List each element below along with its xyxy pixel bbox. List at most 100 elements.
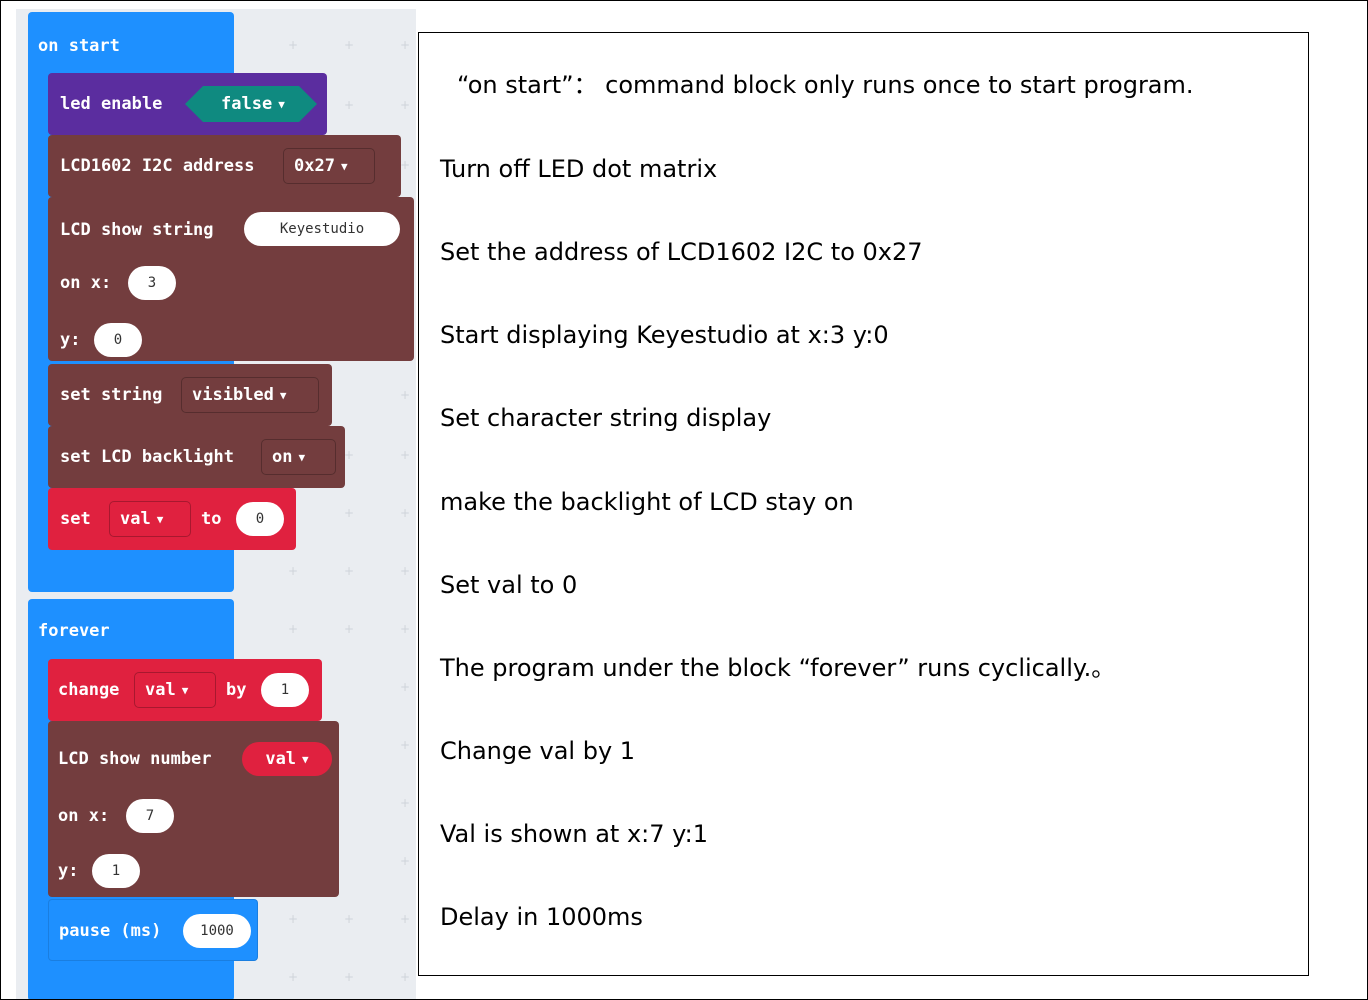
triangle-down-icon: ▼: [278, 98, 285, 111]
grid-plus-icon: +: [288, 970, 299, 984]
change-variable-dropdown[interactable]: val ▼: [134, 672, 216, 708]
pause-block[interactable]: pause (ms) 1000: [48, 899, 258, 961]
description-line: Set val to 0: [440, 571, 578, 599]
string-input[interactable]: Keyestudio: [244, 212, 400, 246]
grid-plus-icon: +: [400, 564, 411, 578]
grid-plus-icon: +: [288, 38, 299, 52]
set-variable-block[interactable]: set val ▼ to 0: [48, 488, 296, 550]
grid-plus-icon: +: [400, 388, 411, 402]
number-variable-dropdown[interactable]: val ▼: [242, 742, 332, 776]
forever-label: forever: [38, 621, 110, 641]
set-label: set: [60, 509, 91, 529]
triangle-down-icon: ▼: [279, 389, 287, 402]
set-string-block[interactable]: set string visibled ▼: [48, 364, 332, 426]
description-line: Delay in 1000ms: [440, 903, 643, 931]
grid-plus-icon: +: [288, 622, 299, 636]
on-start-label: on start: [38, 36, 120, 56]
grid-plus-icon: +: [344, 506, 355, 520]
backlight-value: on: [272, 447, 293, 467]
grid-plus-icon: +: [400, 738, 411, 752]
grid-plus-icon: +: [400, 970, 411, 984]
grid-plus-icon: +: [400, 796, 411, 810]
address-value: 0x27: [294, 156, 335, 176]
to-value: 0: [255, 511, 265, 527]
description-line: Change val by 1: [440, 737, 636, 765]
grid-plus-icon: +: [344, 38, 355, 52]
on-x-label: on x:: [58, 806, 110, 826]
y-label: y:: [58, 861, 79, 881]
change-label: change: [58, 680, 120, 700]
description-line: Start displaying Keyestudio at x:3 y:0: [440, 321, 889, 349]
pause-value: 1000: [200, 923, 234, 939]
x-input[interactable]: 3: [128, 266, 176, 300]
y-input[interactable]: 0: [94, 323, 142, 357]
block-workspace[interactable]: + + + + + + + + + + + + + + + + + + + + …: [16, 9, 416, 999]
triangle-down-icon: ▼: [298, 451, 306, 464]
variable-dropdown[interactable]: val ▼: [109, 501, 191, 537]
led-value-dropdown[interactable]: false ▼: [185, 86, 317, 122]
triangle-down-icon: ▼: [302, 753, 309, 766]
grid-plus-icon: +: [344, 970, 355, 984]
to-label: to: [201, 509, 222, 529]
to-input[interactable]: 0: [236, 502, 284, 536]
grid-plus-icon: +: [400, 448, 411, 462]
by-value: 1: [280, 682, 290, 698]
grid-plus-icon: +: [288, 564, 299, 578]
backlight-dropdown[interactable]: on ▼: [261, 439, 336, 475]
description-line: “on start”： command block only runs once…: [457, 71, 1194, 99]
grid-plus-icon: +: [344, 98, 355, 112]
y-value: 1: [111, 863, 121, 879]
on-x-label: on x:: [60, 273, 112, 293]
address-dropdown[interactable]: 0x27 ▼: [283, 148, 375, 184]
grid-plus-icon: +: [344, 448, 355, 462]
y-value: 0: [113, 332, 123, 348]
change-variable-value: val: [145, 680, 176, 700]
description-panel: “on start”： command block only runs once…: [418, 32, 1309, 976]
grid-plus-icon: +: [400, 158, 411, 172]
grid-plus-icon: +: [400, 854, 411, 868]
show-number-label: LCD show number: [58, 749, 212, 769]
string-value: Keyestudio: [279, 221, 365, 237]
change-variable-block[interactable]: change val ▼ by 1: [48, 659, 322, 721]
y-label: y:: [60, 330, 81, 350]
grid-plus-icon: +: [344, 622, 355, 636]
pause-input[interactable]: 1000: [183, 914, 251, 948]
grid-plus-icon: +: [288, 912, 299, 926]
led-enable-block[interactable]: led enable false ▼: [48, 73, 327, 135]
grid-plus-icon: +: [400, 680, 411, 694]
show-string-label: LCD show string: [60, 220, 214, 240]
number-variable-value: val: [265, 749, 297, 769]
x-value: 7: [145, 808, 155, 824]
lcd-show-number-block[interactable]: LCD show number val ▼ on x: 7 y: 1: [48, 721, 339, 897]
description-line: Val is shown at x:7 y:1: [440, 820, 708, 848]
page-frame: + + + + + + + + + + + + + + + + + + + + …: [0, 0, 1368, 1000]
triangle-down-icon: ▼: [340, 160, 348, 173]
by-label: by: [226, 680, 247, 700]
grid-plus-icon: +: [344, 912, 355, 926]
set-backlight-block[interactable]: set LCD backlight on ▼: [48, 426, 345, 488]
y-input[interactable]: 1: [92, 854, 140, 888]
x-value: 3: [147, 275, 157, 291]
description-line: make the backlight of LCD stay on: [440, 488, 854, 516]
description-line: The program under the block “forever” ru…: [440, 654, 1116, 682]
triangle-down-icon: ▼: [181, 684, 189, 697]
led-value: false: [221, 94, 273, 114]
grid-plus-icon: +: [400, 622, 411, 636]
grid-plus-icon: +: [400, 38, 411, 52]
lcd-address-label: LCD1602 I2C address: [60, 156, 255, 176]
triangle-down-icon: ▼: [156, 513, 164, 526]
x-input[interactable]: 7: [126, 799, 174, 833]
description-line: Set the address of LCD1602 I2C to 0x27: [440, 238, 923, 266]
lcd-address-block[interactable]: LCD1602 I2C address 0x27 ▼: [48, 135, 401, 197]
led-enable-label: led enable: [60, 94, 163, 114]
set-backlight-label: set LCD backlight: [60, 447, 234, 467]
by-input[interactable]: 1: [261, 673, 309, 707]
lcd-show-string-block[interactable]: LCD show string Keyestudio on x: 3 y: 0: [48, 197, 414, 361]
visibility-value: visibled: [192, 385, 274, 405]
visibility-dropdown[interactable]: visibled ▼: [181, 377, 319, 413]
description-line: Turn off LED dot matrix: [440, 155, 718, 183]
grid-plus-icon: +: [400, 506, 411, 520]
grid-plus-icon: +: [400, 912, 411, 926]
grid-plus-icon: +: [344, 564, 355, 578]
pause-label: pause (ms): [59, 921, 162, 941]
